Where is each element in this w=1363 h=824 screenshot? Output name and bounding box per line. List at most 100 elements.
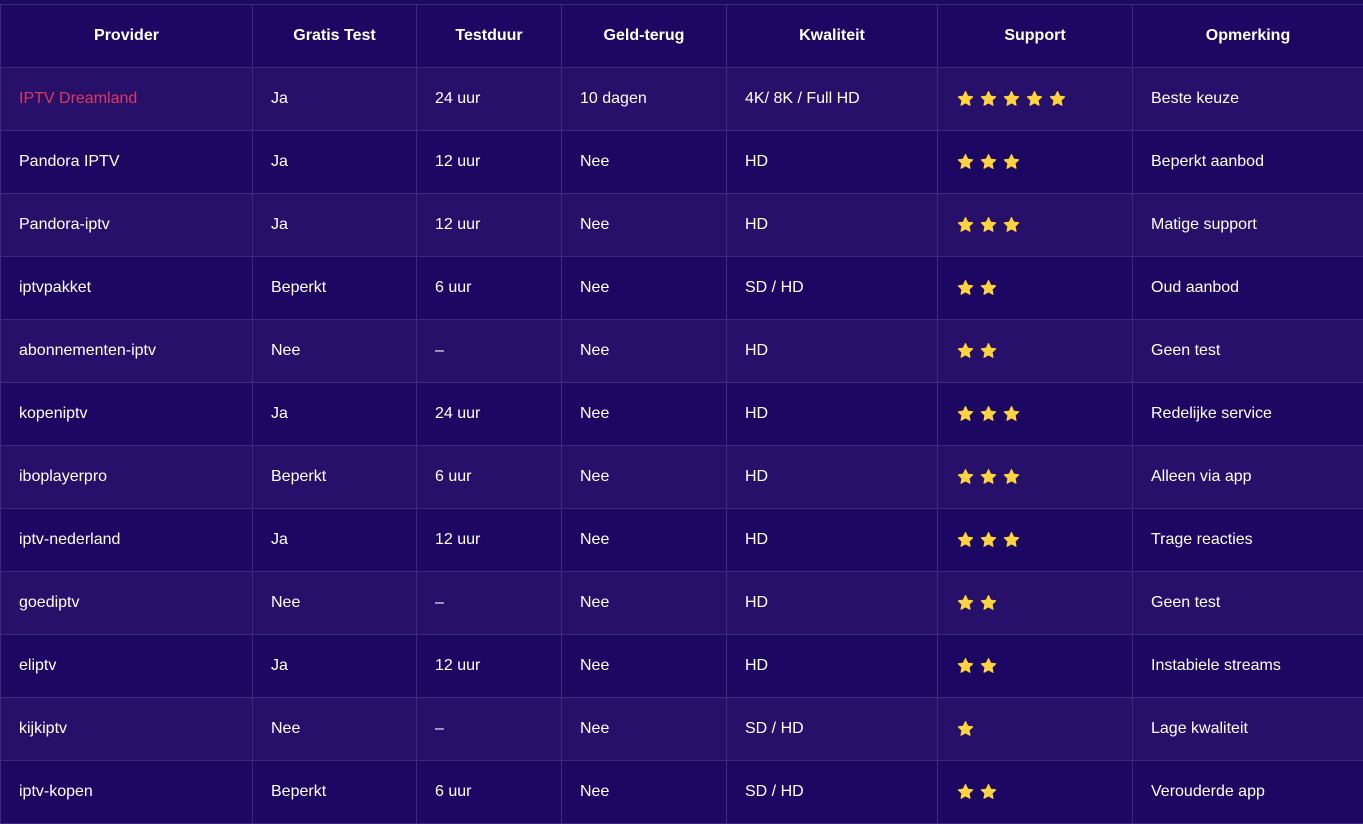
cell-kwaliteit: 4K/ 8K / Full HD [727, 68, 938, 131]
star-icon [1002, 531, 1021, 549]
cell-testduur: 12 uur [417, 635, 562, 698]
cell-support [938, 320, 1133, 383]
table-row: IPTV DreamlandJa24 uur10 dagen4K/ 8K / F… [1, 68, 1363, 131]
cell-provider: eliptv [1, 635, 253, 698]
cell-testduur: 12 uur [417, 194, 562, 257]
star-icon [979, 657, 998, 675]
cell-testduur: 12 uur [417, 131, 562, 194]
cell-kwaliteit: HD [727, 131, 938, 194]
support-rating [956, 531, 1021, 549]
cell-provider-link[interactable]: IPTV Dreamland [1, 68, 253, 131]
cell-opmerking: Alleen via app [1133, 446, 1363, 509]
cell-gratis-test: Beperkt [253, 446, 417, 509]
support-rating [956, 342, 998, 360]
cell-gratis-test: Beperkt [253, 761, 417, 824]
table-row: kopeniptvJa24 uurNeeHDRedelijke service [1, 383, 1363, 446]
cell-support [938, 635, 1133, 698]
cell-kwaliteit: SD / HD [727, 698, 938, 761]
cell-support [938, 572, 1133, 635]
cell-opmerking: Beperkt aanbod [1133, 131, 1363, 194]
header-testduur: Testduur [417, 5, 562, 68]
header-support: Support [938, 5, 1133, 68]
table-row: eliptvJa12 uurNeeHDInstabiele streams [1, 635, 1363, 698]
cell-provider: iptv-nederland [1, 509, 253, 572]
cell-kwaliteit: HD [727, 572, 938, 635]
cell-opmerking: Oud aanbod [1133, 257, 1363, 320]
star-icon [1002, 405, 1021, 423]
star-icon [979, 468, 998, 486]
cell-opmerking: Geen test [1133, 320, 1363, 383]
support-rating [956, 783, 998, 801]
cell-provider: iptvpakket [1, 257, 253, 320]
star-icon [979, 783, 998, 801]
star-icon [979, 90, 998, 108]
cell-geld-terug: Nee [562, 698, 727, 761]
star-icon [1002, 153, 1021, 171]
cell-kwaliteit: SD / HD [727, 761, 938, 824]
cell-testduur: – [417, 698, 562, 761]
support-rating [956, 405, 1021, 423]
star-icon [956, 468, 975, 486]
cell-provider: abonnementen-iptv [1, 320, 253, 383]
cell-geld-terug: Nee [562, 383, 727, 446]
cell-provider: Pandora-iptv [1, 194, 253, 257]
header-geld-terug: Geld-terug [562, 5, 727, 68]
cell-kwaliteit: HD [727, 509, 938, 572]
table-row: goediptvNee–NeeHDGeen test [1, 572, 1363, 635]
header-kwaliteit: Kwaliteit [727, 5, 938, 68]
cell-gratis-test: Nee [253, 698, 417, 761]
header-provider: Provider [1, 5, 253, 68]
cell-testduur: 6 uur [417, 257, 562, 320]
table-row: iboplayerproBeperkt6 uurNeeHDAlleen via … [1, 446, 1363, 509]
cell-provider: goediptv [1, 572, 253, 635]
star-icon [956, 594, 975, 612]
star-icon [956, 720, 975, 738]
support-rating [956, 594, 998, 612]
star-icon [956, 783, 975, 801]
cell-support [938, 761, 1133, 824]
cell-support [938, 257, 1133, 320]
cell-kwaliteit: SD / HD [727, 257, 938, 320]
cell-gratis-test: Ja [253, 635, 417, 698]
star-icon [1002, 216, 1021, 234]
support-rating [956, 90, 1067, 108]
cell-gratis-test: Beperkt [253, 257, 417, 320]
support-rating [956, 153, 1021, 171]
cell-kwaliteit: HD [727, 446, 938, 509]
cell-provider: Pandora IPTV [1, 131, 253, 194]
star-icon [956, 531, 975, 549]
cell-geld-terug: 10 dagen [562, 68, 727, 131]
cell-testduur: 24 uur [417, 68, 562, 131]
comparison-table: Provider Gratis Test Testduur Geld-terug… [0, 4, 1363, 824]
cell-kwaliteit: HD [727, 383, 938, 446]
cell-provider: kijkiptv [1, 698, 253, 761]
cell-testduur: 12 uur [417, 509, 562, 572]
cell-testduur: 24 uur [417, 383, 562, 446]
cell-geld-terug: Nee [562, 131, 727, 194]
cell-gratis-test: Nee [253, 572, 417, 635]
support-rating [956, 216, 1021, 234]
cell-testduur: – [417, 320, 562, 383]
star-icon [979, 342, 998, 360]
star-icon [956, 279, 975, 297]
support-rating [956, 279, 998, 297]
cell-support [938, 131, 1133, 194]
cell-geld-terug: Nee [562, 257, 727, 320]
support-rating [956, 657, 998, 675]
star-icon [956, 657, 975, 675]
star-icon [979, 153, 998, 171]
cell-support [938, 68, 1133, 131]
star-icon [956, 342, 975, 360]
cell-geld-terug: Nee [562, 194, 727, 257]
cell-opmerking: Matige support [1133, 194, 1363, 257]
cell-support [938, 509, 1133, 572]
cell-kwaliteit: HD [727, 320, 938, 383]
cell-geld-terug: Nee [562, 446, 727, 509]
cell-opmerking: Lage kwaliteit [1133, 698, 1363, 761]
cell-provider: kopeniptv [1, 383, 253, 446]
table-row: iptv-kopenBeperkt6 uurNeeSD / HDVerouder… [1, 761, 1363, 824]
cell-geld-terug: Nee [562, 635, 727, 698]
star-icon [979, 531, 998, 549]
table-row: abonnementen-iptvNee–NeeHDGeen test [1, 320, 1363, 383]
cell-gratis-test: Ja [253, 383, 417, 446]
